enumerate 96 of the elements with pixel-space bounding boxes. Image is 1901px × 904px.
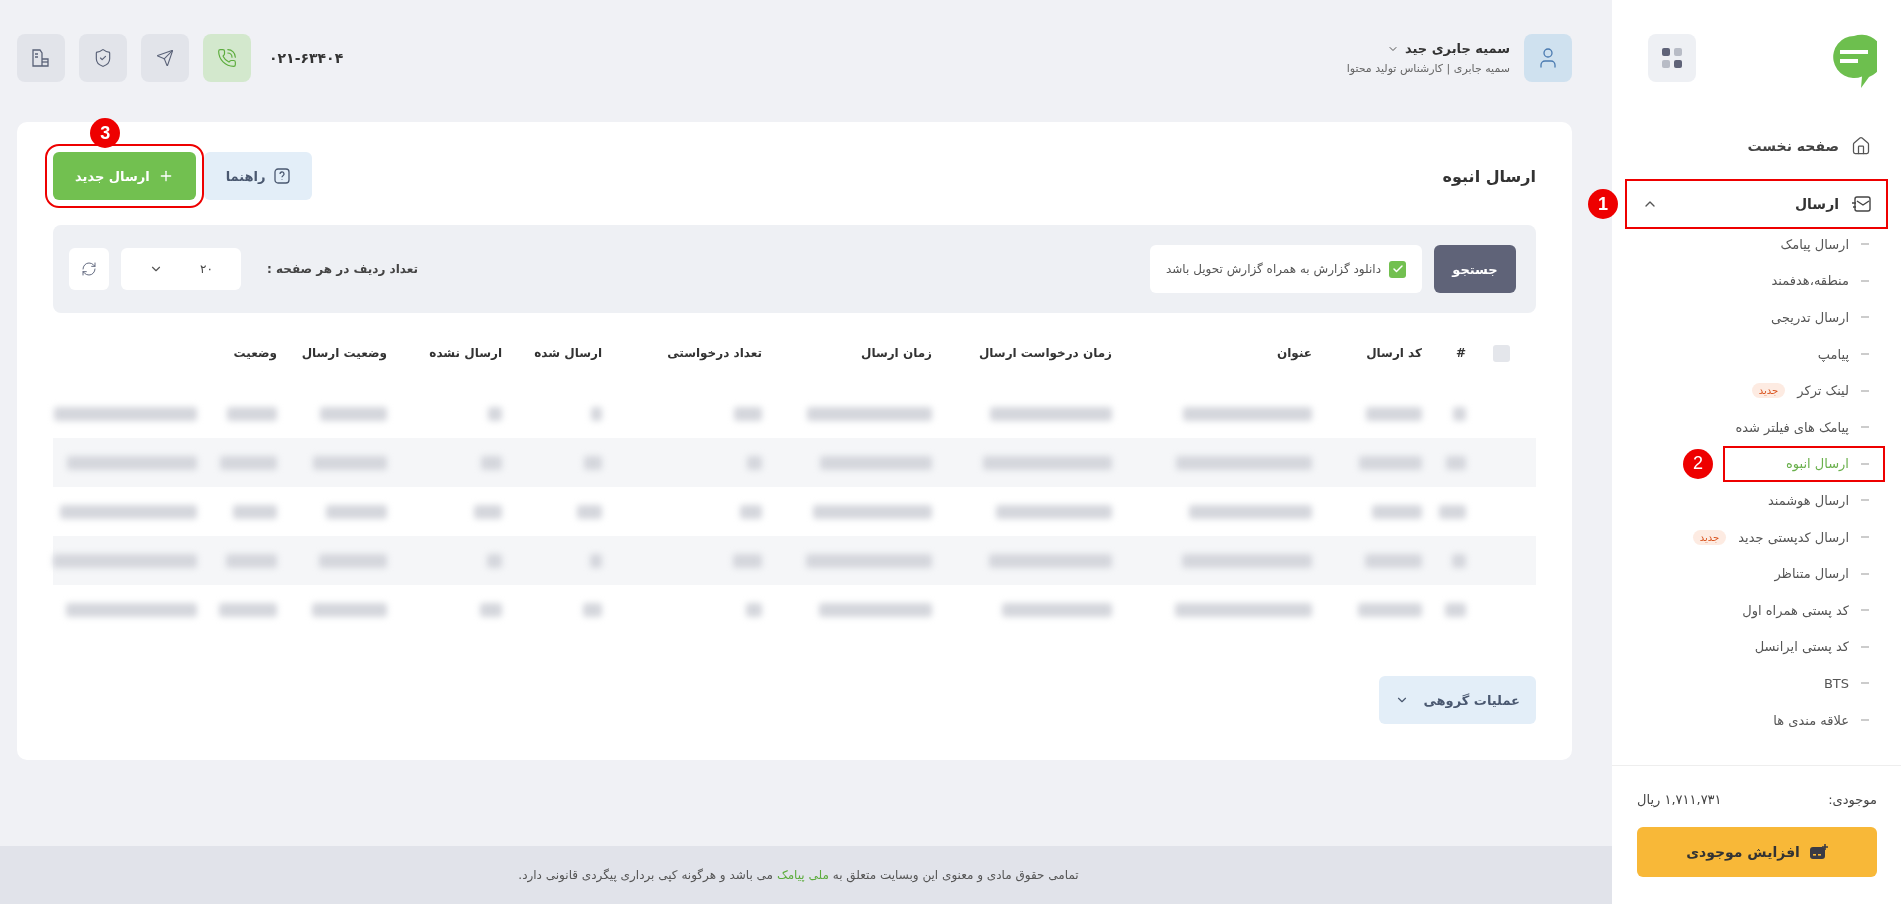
page-title: ارسال انبوه xyxy=(1442,166,1536,186)
grid-icon xyxy=(1661,47,1683,69)
blurred-cell xyxy=(488,406,502,421)
sidebar-subitem[interactable]: علاقه مندی ها xyxy=(1628,701,1885,739)
report-checkbox[interactable]: دانلود گزارش به همراه گزارش تحویل باشد xyxy=(1150,245,1422,293)
sidebar-subitem[interactable]: ارسال متناظر xyxy=(1628,555,1885,592)
sidebar-item[interactable]: صفحه نخست xyxy=(1628,124,1885,168)
user-role: سمیه جابری | کارشناس تولید محتوا xyxy=(1346,62,1510,75)
blurred-cell xyxy=(1439,504,1466,519)
blurred-cell xyxy=(226,553,277,568)
select-all-checkbox[interactable] xyxy=(1492,344,1510,362)
sidebar-subitem[interactable]: کد پستی همراه اول xyxy=(1628,591,1885,629)
blurred-cell xyxy=(733,553,762,568)
logo-icon xyxy=(1831,34,1877,90)
blurred-cell xyxy=(584,455,602,470)
sidebar-subitem[interactable]: لینک ترکر جدید xyxy=(1628,372,1885,409)
sidebar-subitem[interactable]: ارسال تدریجی xyxy=(1628,299,1885,336)
column-header: وضعیت ارسال xyxy=(301,346,387,360)
blurred-cell xyxy=(1372,504,1422,519)
blurred-cell xyxy=(233,504,277,519)
sidebar-subitem[interactable]: منطقه،هدفمند xyxy=(1628,262,1885,300)
blurred-cell xyxy=(1453,406,1466,421)
phone-icon xyxy=(217,48,237,68)
check-icon xyxy=(1391,263,1404,275)
shield-check-icon xyxy=(93,48,113,68)
increase-balance-button[interactable]: افزایش موجودی xyxy=(1637,827,1877,877)
rows-per-page-select[interactable]: ۲۰ xyxy=(121,248,241,290)
column-header: کد ارسال xyxy=(1366,346,1422,360)
new-badge: جدید xyxy=(1751,383,1786,399)
user-name[interactable]: سمیه جابری جید xyxy=(1346,41,1510,56)
blurred-cell xyxy=(326,504,387,519)
help-button[interactable]: راهنما xyxy=(203,152,312,200)
refresh-icon xyxy=(81,261,97,277)
refresh-button[interactable] xyxy=(69,248,109,290)
balance-label: موجودی: xyxy=(1828,792,1877,807)
blurred-cell xyxy=(1366,406,1422,421)
wallet-icon xyxy=(1809,844,1828,860)
blurred-cell xyxy=(591,406,602,421)
sidebar-subitem[interactable]: ارسال کدپستی جدید جدید xyxy=(1628,518,1885,556)
apps-button[interactable] xyxy=(1648,34,1696,82)
column-header: # xyxy=(1455,346,1466,360)
column-header: ارسال شده xyxy=(534,346,602,360)
blurred-cell xyxy=(1358,602,1422,617)
blurred-cell xyxy=(319,553,387,568)
blurred-cell xyxy=(474,504,502,519)
building-icon xyxy=(31,48,51,68)
blurred-cell xyxy=(583,602,602,617)
blurred-cell xyxy=(320,406,387,421)
group-actions-button[interactable]: عملیات گروهی xyxy=(1379,676,1536,724)
sidebar-subitem[interactable]: ارسال پیامک xyxy=(1628,226,1885,263)
sidebar-subitem[interactable]: ارسال هوشمند xyxy=(1628,482,1885,519)
column-header: ارسال نشده xyxy=(429,346,502,360)
column-header: وضعیت xyxy=(233,346,277,360)
column-header: زمان درخواست ارسال xyxy=(978,346,1112,360)
blurred-cell xyxy=(481,455,502,470)
column-header: زمان ارسال xyxy=(861,346,932,360)
copyright-text: تمامی حقوق مادی و معنوی این وبسایت متعلق به ملی پیامک می باشد و هرگونه کپی برداری پیگردی قانونی دارد. xyxy=(518,868,1079,882)
home-icon xyxy=(1851,136,1871,156)
annotation-marker: 1 xyxy=(1588,189,1618,219)
annotation-marker: 3 xyxy=(90,118,121,148)
phone-number: ۰۲۱-۶۳۴۰۴ xyxy=(269,50,344,66)
question-icon xyxy=(273,168,290,184)
blurred-cell xyxy=(480,602,502,617)
column-header: تعداد درخواستی xyxy=(667,346,762,360)
blurred-cell xyxy=(746,602,762,617)
blurred-cell xyxy=(1446,455,1466,470)
sidebar-subitem[interactable]: کد پستی ایرانسل xyxy=(1628,628,1885,666)
blurred-cell xyxy=(220,455,277,470)
blurred-cell xyxy=(219,602,277,617)
blurred-cell xyxy=(747,455,762,470)
blurred-cell xyxy=(227,406,277,421)
blurred-cell xyxy=(734,406,762,421)
blurred-cell xyxy=(740,504,762,519)
sidebar-subitem[interactable]: پیامک های فیلتر شده xyxy=(1628,408,1885,446)
blurred-cell xyxy=(1445,602,1466,617)
new-badge: جدید xyxy=(1692,529,1727,545)
paper-plane-icon xyxy=(156,49,174,67)
column-header: عنوان xyxy=(1277,346,1312,360)
building-button[interactable] xyxy=(17,34,65,82)
rows-per-page-label: تعداد ردیف در هر صفحه : xyxy=(267,262,419,276)
balance-amount: ۱,۷۱۱,۷۳۱ ریال xyxy=(1637,792,1722,807)
blurred-cell xyxy=(1452,553,1466,568)
blurred-cell xyxy=(577,504,602,519)
shield-button[interactable] xyxy=(79,34,127,82)
annotation-marker: 2 xyxy=(1683,448,1713,479)
envelope-icon xyxy=(1851,195,1871,213)
avatar[interactable] xyxy=(1524,34,1572,82)
sidebar-subitem[interactable]: BTS xyxy=(1628,665,1885,702)
blurred-cell xyxy=(590,553,602,568)
phone-button[interactable] xyxy=(203,34,251,82)
blurred-cell xyxy=(1359,455,1422,470)
send-button[interactable] xyxy=(141,34,189,82)
sidebar-subitem[interactable]: پیامپ xyxy=(1628,335,1885,373)
search-button[interactable]: جستجو xyxy=(1434,245,1516,293)
blurred-cell xyxy=(1365,553,1422,568)
blurred-cell xyxy=(487,553,502,568)
